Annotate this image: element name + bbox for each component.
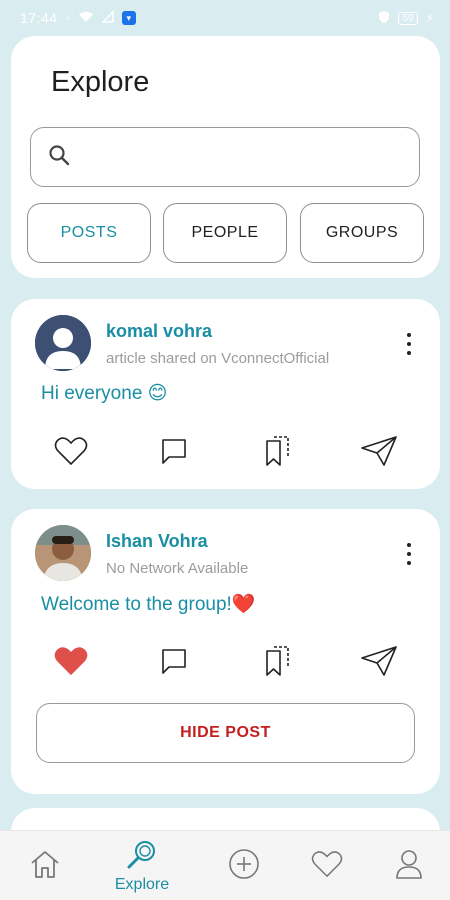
nav-explore[interactable]: Explore	[97, 831, 187, 900]
status-right: 59 ⚡	[378, 10, 434, 27]
post-author[interactable]: Ishan Vohra	[106, 531, 208, 552]
share-icon[interactable]	[359, 643, 399, 679]
tab-groups[interactable]: GROUPS	[300, 203, 424, 263]
hide-post-button[interactable]: HIDE POST	[36, 703, 415, 763]
explore-icon	[125, 839, 159, 874]
nav-explore-label: Explore	[114, 875, 170, 893]
add-icon	[228, 848, 260, 885]
tab-posts[interactable]: POSTS	[27, 203, 151, 263]
nav-likes[interactable]	[282, 831, 372, 900]
profile-icon	[394, 848, 424, 885]
app-notification-icon: ▾	[121, 11, 136, 25]
page-title: Explore	[51, 66, 150, 98]
home-icon	[29, 849, 61, 884]
wifi-icon	[78, 11, 94, 26]
shield-icon	[378, 10, 390, 27]
post-card: Ishan Vohra No Network Available Welcome…	[11, 509, 440, 794]
liked-heart-icon[interactable]	[51, 643, 91, 679]
post-text: Hi everyone 😊	[41, 383, 168, 404]
signal-icon	[101, 9, 114, 26]
comment-icon[interactable]	[154, 643, 194, 679]
nav-home[interactable]	[0, 831, 90, 900]
battery-indicator: 59	[398, 11, 418, 25]
status-left: 17:44 ▫ ▾	[20, 9, 136, 26]
status-bar: 17:44 ▫ ▾ 59 ⚡	[0, 0, 450, 36]
default-avatar-icon[interactable]	[35, 315, 91, 371]
search-box[interactable]	[30, 127, 420, 187]
nav-add[interactable]	[199, 831, 289, 900]
user-photo[interactable]	[35, 525, 91, 581]
search-icon	[47, 143, 71, 172]
status-time: 17:44	[20, 10, 58, 26]
post-card: komal vohra article shared on VconnectOf…	[11, 299, 440, 489]
more-options-icon[interactable]	[406, 333, 412, 355]
explore-card: Explore POSTS PEOPLE GROUPS	[11, 36, 440, 278]
like-icon[interactable]	[51, 433, 91, 469]
post-author[interactable]: komal vohra	[106, 321, 212, 342]
comment-icon[interactable]	[154, 433, 194, 469]
notification-icon: ▫	[65, 11, 70, 25]
post-subtitle: article shared on VconnectOfficial	[106, 350, 330, 367]
bookmark-icon[interactable]	[257, 433, 297, 469]
share-icon[interactable]	[359, 433, 399, 469]
more-options-icon[interactable]	[406, 543, 412, 565]
bookmark-icon[interactable]	[257, 643, 297, 679]
post-subtitle: No Network Available	[106, 560, 249, 577]
tab-people[interactable]: PEOPLE	[163, 203, 287, 263]
search-input[interactable]	[83, 148, 403, 166]
post-text: Welcome to the group!❤️	[41, 594, 256, 615]
heart-icon	[311, 850, 343, 883]
charging-icon: ⚡	[425, 11, 434, 25]
nav-profile[interactable]	[364, 831, 450, 900]
bottom-nav: Explore	[0, 830, 450, 900]
